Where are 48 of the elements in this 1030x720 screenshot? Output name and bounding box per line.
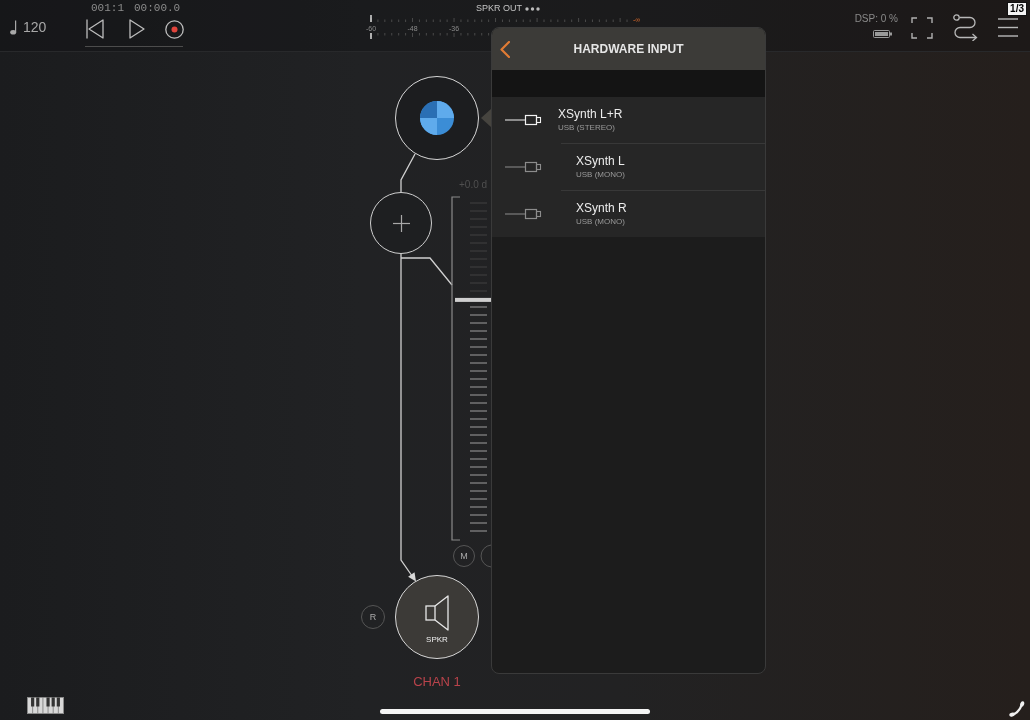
quartered-disc-icon xyxy=(420,101,454,135)
input-name: XSynth R xyxy=(576,201,627,215)
speaker-icon xyxy=(425,595,449,631)
connection-line xyxy=(400,153,416,193)
output-node[interactable]: SPKR xyxy=(395,575,479,659)
record-button[interactable] xyxy=(165,19,184,39)
jack-plug-icon xyxy=(505,208,542,220)
routing-icon xyxy=(953,14,978,41)
channel-name: CHAN 1 xyxy=(413,674,461,689)
skip-back-icon xyxy=(86,19,104,39)
input-row[interactable]: XSynth R USB (MONO) xyxy=(492,191,765,237)
fader-track[interactable] xyxy=(451,196,491,541)
routing-button[interactable] xyxy=(953,14,978,41)
meter-label: SPKR OUT xyxy=(476,3,522,14)
input-detail: USB (STEREO) xyxy=(558,123,616,133)
input-detail: USB (MONO) xyxy=(576,217,626,227)
position-counter: 001:1 xyxy=(91,2,124,14)
back-button[interactable] xyxy=(498,39,512,59)
piano-keyboard-icon[interactable] xyxy=(27,697,64,714)
plus-icon xyxy=(392,214,410,232)
ellipsis-icon[interactable] xyxy=(525,6,540,11)
note-icon xyxy=(10,19,18,35)
rewind-button[interactable] xyxy=(86,19,104,39)
menu-button[interactable] xyxy=(998,18,1018,37)
popover-title: HARDWARE INPUT xyxy=(572,42,685,56)
play-button[interactable] xyxy=(129,19,145,39)
fullscreen-icon xyxy=(911,17,933,39)
time-counter: 00:00.0 xyxy=(134,2,181,14)
output-label: SPKR xyxy=(426,635,448,645)
tempo-value: 120 xyxy=(23,19,47,35)
connection-line xyxy=(400,257,453,286)
handset-icon[interactable] xyxy=(1009,701,1025,717)
input-row[interactable]: XSynth L+R USB (STEREO) xyxy=(492,97,765,143)
input-name: XSynth L+R xyxy=(558,107,623,121)
fader-handle[interactable] xyxy=(455,297,491,302)
play-icon xyxy=(129,19,145,39)
input-detail: USB (MONO) xyxy=(576,170,625,180)
input-name: XSynth L xyxy=(576,154,625,168)
dsp-load: DSP: 0 % xyxy=(854,13,898,25)
chevron-left-icon xyxy=(500,40,510,58)
jack-plug-icon xyxy=(505,114,542,126)
fullscreen-button[interactable] xyxy=(911,17,933,39)
battery-icon xyxy=(873,30,892,38)
input-row[interactable]: XSynth L USB (MONO) xyxy=(492,144,765,190)
page-badge: 1/3 xyxy=(1007,2,1027,16)
menu-icon xyxy=(998,18,1018,37)
record-icon xyxy=(165,19,184,39)
jack-plug-icon xyxy=(505,161,542,173)
